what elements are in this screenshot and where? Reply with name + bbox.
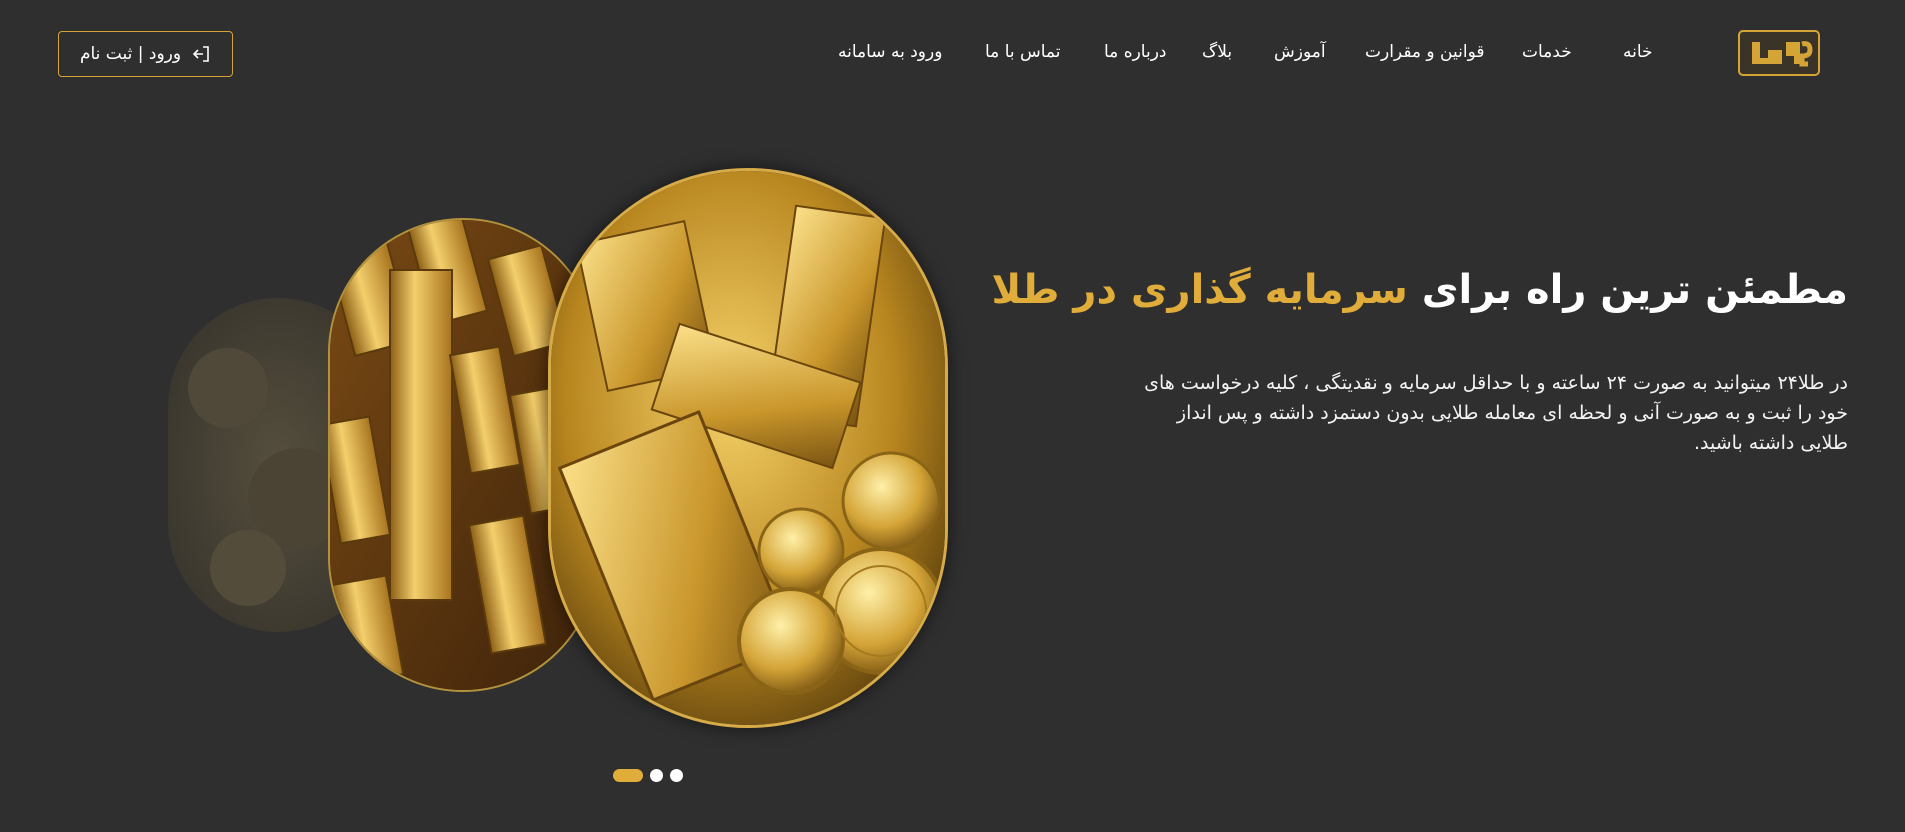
hero-title: مطمئن ترین راه برای سرمایه گذاری در طلا xyxy=(991,262,1848,318)
hero-title-gold: سرمایه گذاری در طلا xyxy=(991,267,1408,313)
carousel-dot-1[interactable] xyxy=(613,769,643,782)
gold-bars-and-coins-image xyxy=(551,171,945,725)
nav-item-education[interactable]: آموزش xyxy=(1274,42,1326,62)
hero-title-white: مطمئن ترین راه برای xyxy=(1407,267,1848,313)
nav-item-blog[interactable]: بلاگ xyxy=(1202,42,1232,62)
logo-icon xyxy=(1752,41,1813,67)
nav-item-home[interactable]: خانه xyxy=(1623,42,1653,62)
carousel-dot-2[interactable] xyxy=(650,769,663,782)
nav-item-system-login[interactable]: ورود به سامانه xyxy=(838,42,942,62)
nav-item-contact[interactable]: تماس با ما xyxy=(985,42,1061,62)
hero-description: در طلا۲۴ میتوانید به صورت ۲۴ ساعته و با … xyxy=(1144,372,1848,454)
carousel-dot-3[interactable] xyxy=(670,769,683,782)
nav-item-rules[interactable]: قوانین و مقرارت xyxy=(1365,42,1484,62)
carousel-pagination xyxy=(613,769,683,782)
brand-logo[interactable] xyxy=(1738,30,1820,76)
nav-item-services[interactable]: خدمات xyxy=(1522,42,1572,62)
login-register-label: ورود | ثبت نام xyxy=(79,44,182,64)
nav-item-about[interactable]: درباره ما xyxy=(1104,42,1167,62)
carousel-image-front xyxy=(548,168,948,728)
login-register-button[interactable]: ورود | ثبت نام xyxy=(58,31,233,77)
login-arrow-icon xyxy=(191,44,211,64)
top-navigation-bar: خانه خدمات قوانین و مقرارت آموزش بلاگ در… xyxy=(0,0,1905,110)
